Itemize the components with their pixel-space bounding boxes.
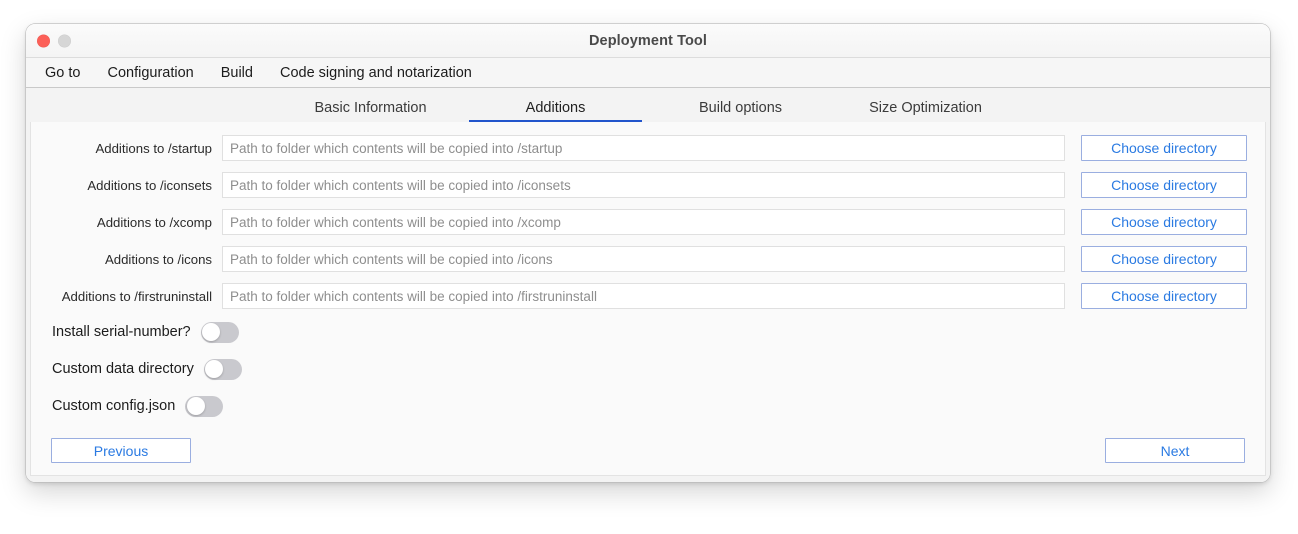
tab-build-options[interactable]: Build options	[648, 100, 833, 122]
iconsets-path-input[interactable]	[222, 172, 1065, 198]
tab-additions[interactable]: Additions	[463, 100, 648, 122]
minimize-button-icon[interactable]	[58, 34, 71, 47]
table-row: Additions to /icons Choose directory	[49, 245, 1247, 273]
close-button-icon[interactable]	[37, 34, 50, 47]
additions-form: Additions to /startup Choose directory A…	[31, 122, 1265, 475]
menu-item-configuration[interactable]: Configuration	[107, 65, 193, 81]
startup-path-input[interactable]	[222, 135, 1065, 161]
choose-directory-button-iconsets[interactable]: Choose directory	[1081, 172, 1247, 198]
icons-path-input[interactable]	[222, 246, 1065, 272]
app-window: Deployment Tool Go to Configuration Buil…	[26, 24, 1270, 482]
menu-item-go-to[interactable]: Go to	[45, 65, 80, 81]
xcomp-path-input[interactable]	[222, 209, 1065, 235]
title-bar: Deployment Tool	[26, 24, 1270, 58]
window-title: Deployment Tool	[588, 32, 708, 49]
toggle-label-custom-config-json: Custom config.json	[52, 398, 176, 414]
tab-panel-additions: Additions to /startup Choose directory A…	[30, 122, 1266, 476]
choose-directory-button-icons[interactable]: Choose directory	[1081, 246, 1247, 272]
toggle-knob-icon	[205, 360, 224, 378]
menu-item-build[interactable]: Build	[221, 65, 253, 81]
toggle-knob-icon	[202, 323, 221, 341]
choose-directory-button-xcomp[interactable]: Choose directory	[1081, 209, 1247, 235]
choose-directory-button-startup[interactable]: Choose directory	[1081, 135, 1247, 161]
toggle-row-custom-data-directory: Custom data directory	[49, 356, 1247, 382]
wizard-navigation: Previous Next	[49, 438, 1247, 475]
table-row: Additions to /xcomp Choose directory	[49, 208, 1247, 236]
menu-bar: Go to Configuration Build Code signing a…	[26, 58, 1270, 88]
firstruninstall-path-input[interactable]	[222, 283, 1065, 309]
window-controls	[37, 34, 71, 47]
table-row: Additions to /iconsets Choose directory	[49, 171, 1247, 199]
toggle-knob-icon	[186, 397, 205, 415]
tab-bar: Basic Information Additions Build option…	[30, 92, 1266, 122]
tab-size-optimization[interactable]: Size Optimization	[833, 100, 1018, 122]
menu-item-code-signing-and-notarization[interactable]: Code signing and notarization	[280, 65, 472, 81]
custom-config-json-toggle[interactable]	[185, 395, 224, 417]
window-body: Basic Information Additions Build option…	[26, 88, 1270, 482]
field-label-xcomp: Additions to /xcomp	[96, 214, 212, 230]
tab-basic-information[interactable]: Basic Information	[278, 100, 463, 122]
choose-directory-button-firstruninstall[interactable]: Choose directory	[1081, 283, 1247, 309]
field-label-startup: Additions to /startup	[95, 140, 212, 156]
field-label-firstruninstall: Additions to /firstruninstall	[61, 288, 212, 304]
previous-button[interactable]: Previous	[51, 438, 191, 463]
toggle-row-install-serial-number: Install serial-number?	[49, 319, 1247, 345]
toggle-label-custom-data-directory: Custom data directory	[52, 361, 194, 377]
custom-data-directory-toggle[interactable]	[203, 358, 242, 380]
table-row: Additions to /startup Choose directory	[49, 134, 1247, 162]
table-row: Additions to /firstruninstall Choose dir…	[49, 282, 1247, 310]
install-serial-number-toggle[interactable]	[200, 321, 239, 343]
field-label-icons: Additions to /icons	[104, 251, 212, 267]
next-button[interactable]: Next	[1105, 438, 1245, 463]
screen: Deployment Tool Go to Configuration Buil…	[0, 0, 1298, 534]
toggle-label-install-serial-number: Install serial-number?	[52, 324, 191, 340]
toggle-row-custom-config-json: Custom config.json	[49, 393, 1247, 419]
field-label-iconsets: Additions to /iconsets	[87, 177, 212, 193]
